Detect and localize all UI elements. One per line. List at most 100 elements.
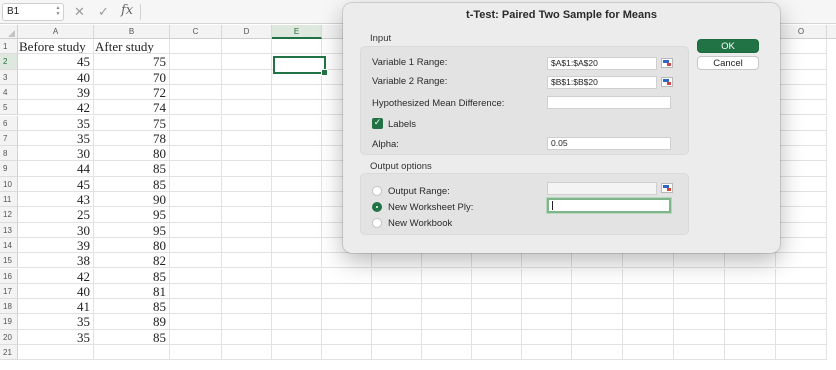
cell-h21[interactable] (422, 345, 472, 361)
cell-l19[interactable] (623, 314, 674, 330)
row-header-8[interactable]: 8 (0, 146, 18, 162)
cell-a7[interactable]: 35 (18, 130, 94, 147)
cell-a13[interactable]: 30 (18, 222, 94, 238)
row-header-6[interactable]: 6 (0, 115, 18, 131)
cell-b21[interactable] (94, 345, 170, 361)
cell-l20[interactable] (623, 329, 674, 345)
cell-o15[interactable] (776, 253, 827, 269)
var2-range-picker-icon[interactable] (661, 77, 673, 87)
output-range-label[interactable]: Output Range: (388, 186, 450, 197)
cell-d16[interactable] (222, 268, 272, 284)
cell-g16[interactable] (372, 268, 422, 284)
cell-n19[interactable] (725, 314, 776, 330)
column-header-a[interactable]: A (18, 25, 94, 39)
cell-a1[interactable]: Before study (18, 39, 94, 55)
cell-n21[interactable] (725, 345, 776, 361)
cell-a11[interactable]: 43 (18, 192, 94, 208)
cell-o9[interactable] (776, 161, 827, 177)
row-header-11[interactable]: 11 (0, 192, 18, 208)
row-header-21[interactable]: 21 (0, 345, 18, 361)
cell-c12[interactable] (170, 207, 222, 223)
cell-m20[interactable] (674, 329, 725, 345)
select-all-corner[interactable] (0, 25, 18, 39)
row-header-15[interactable]: 15 (0, 253, 18, 269)
cell-j16[interactable] (522, 268, 572, 284)
cell-o10[interactable] (776, 176, 827, 192)
cell-e21[interactable] (272, 345, 322, 361)
cell-m19[interactable] (674, 314, 725, 330)
cell-n18[interactable] (725, 299, 776, 315)
cell-o12[interactable] (776, 207, 827, 223)
cell-f16[interactable] (322, 268, 372, 284)
cell-c4[interactable] (170, 84, 222, 101)
cell-h16[interactable] (422, 268, 472, 284)
cell-o14[interactable] (776, 237, 827, 254)
alpha-field[interactable]: 0.05 (547, 137, 671, 150)
cell-a6[interactable]: 35 (18, 115, 94, 131)
cell-e5[interactable] (272, 100, 322, 116)
cell-b17[interactable]: 81 (94, 283, 170, 300)
var2-range-field[interactable]: $B$1:$B$20 (547, 76, 657, 89)
cell-d10[interactable] (222, 176, 272, 192)
cell-e11[interactable] (272, 192, 322, 208)
cell-n17[interactable] (725, 283, 776, 300)
cell-d9[interactable] (222, 161, 272, 177)
cell-f17[interactable] (322, 283, 372, 300)
cell-i20[interactable] (472, 329, 522, 345)
cell-f21[interactable] (322, 345, 372, 361)
cell-d20[interactable] (222, 329, 272, 345)
cell-c8[interactable] (170, 146, 222, 162)
cell-g19[interactable] (372, 314, 422, 330)
cell-b5[interactable]: 74 (94, 100, 170, 116)
cell-e15[interactable] (272, 253, 322, 269)
cell-b18[interactable]: 85 (94, 299, 170, 315)
cell-i17[interactable] (472, 283, 522, 300)
cell-c3[interactable] (170, 69, 222, 85)
cell-g21[interactable] (372, 345, 422, 361)
output-range-picker-icon[interactable] (661, 183, 673, 193)
cell-o7[interactable] (776, 130, 827, 147)
cell-o11[interactable] (776, 192, 827, 208)
cell-e1[interactable] (272, 39, 322, 55)
hyp-mean-diff-field[interactable] (547, 96, 671, 109)
cell-g20[interactable] (372, 329, 422, 345)
cell-d2[interactable] (222, 54, 272, 70)
cell-j19[interactable] (522, 314, 572, 330)
cell-c18[interactable] (170, 299, 222, 315)
cell-k20[interactable] (572, 329, 623, 345)
cell-c2[interactable] (170, 54, 222, 70)
cell-f15[interactable] (322, 253, 372, 269)
row-header-7[interactable]: 7 (0, 130, 18, 147)
cell-d18[interactable] (222, 299, 272, 315)
cell-k15[interactable] (572, 253, 623, 269)
cell-i21[interactable] (472, 345, 522, 361)
var1-range-picker-icon[interactable] (661, 58, 673, 68)
row-header-16[interactable]: 16 (0, 268, 18, 284)
cell-b10[interactable]: 85 (94, 176, 170, 192)
cell-f18[interactable] (322, 299, 372, 315)
cell-c1[interactable] (170, 39, 222, 55)
cell-l18[interactable] (623, 299, 674, 315)
cell-a12[interactable]: 25 (18, 207, 94, 223)
cell-d15[interactable] (222, 253, 272, 269)
column-header-c[interactable]: C (170, 25, 222, 39)
row-header-20[interactable]: 20 (0, 329, 18, 345)
cell-e14[interactable] (272, 237, 322, 254)
cell-a20[interactable]: 35 (18, 329, 94, 345)
cell-b19[interactable]: 89 (94, 314, 170, 330)
cell-o19[interactable] (776, 314, 827, 330)
cell-c19[interactable] (170, 314, 222, 330)
cell-e7[interactable] (272, 130, 322, 147)
new-workbook-label[interactable]: New Workbook (388, 218, 452, 229)
cell-b20[interactable]: 85 (94, 329, 170, 345)
cell-i15[interactable] (472, 253, 522, 269)
cell-o16[interactable] (776, 268, 827, 284)
cell-a17[interactable]: 40 (18, 283, 94, 300)
cell-l16[interactable] (623, 268, 674, 284)
cell-o21[interactable] (776, 345, 827, 361)
cell-o13[interactable] (776, 222, 827, 238)
cell-o8[interactable] (776, 146, 827, 162)
cell-b8[interactable]: 80 (94, 146, 170, 162)
labels-checkbox-label[interactable]: Labels (388, 119, 416, 130)
ok-button[interactable]: OK (697, 39, 759, 53)
